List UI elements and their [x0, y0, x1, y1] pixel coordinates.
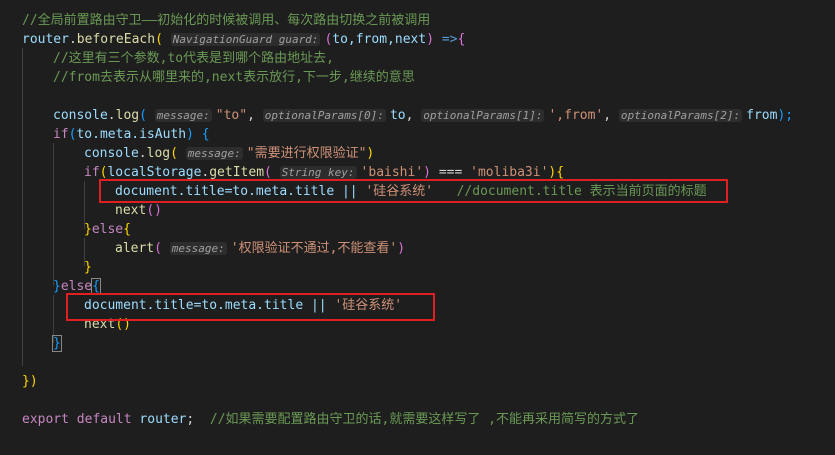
function-name: next — [115, 203, 147, 218]
code-line-4: //from去表示从哪里来的,next表示放行,下一步,继续的意思 — [53, 68, 415, 87]
code-line-12: }else{ — [84, 220, 131, 239]
bracket: } — [84, 260, 92, 275]
string-literal: 'moliba3i' — [470, 165, 549, 180]
parameter-hint: message: — [185, 147, 243, 160]
bracket: } — [52, 335, 62, 352]
annotation-box — [66, 293, 435, 321]
bracket: ) — [426, 32, 435, 47]
code-line-14: } — [84, 258, 92, 277]
code-line-18: } — [52, 334, 62, 353]
identifier: to — [389, 108, 406, 123]
bracket: { — [123, 222, 131, 237]
bracket: ) — [366, 146, 375, 161]
parameter-hint: optionalParams[0]: — [262, 109, 386, 122]
code-line-7: if(to.meta.isAuth) { — [53, 125, 210, 144]
code-line-11: next() — [115, 201, 162, 220]
bracket: { — [193, 127, 210, 142]
bracket: ( — [139, 108, 147, 123]
identifier-console: console — [53, 108, 108, 123]
keyword-else: else — [91, 222, 124, 237]
bracket: ); — [777, 108, 794, 123]
parameter-hint: String key: — [279, 166, 357, 179]
arguments: to,from,next — [332, 32, 427, 47]
bracket: () — [146, 203, 162, 218]
function-name: getItem — [209, 165, 265, 180]
string-literal: '权限验证不通过,不能查看' — [230, 241, 398, 256]
punctuation: . — [68, 32, 77, 47]
comment: //如果需要配置路由守卫的话,就需要这样写了 ,不能再采用简写的方式了 — [194, 412, 640, 427]
parameter-hint: optionalParams[2]: — [618, 109, 743, 122]
bracket: ) — [186, 127, 194, 142]
bracket: ( — [154, 241, 162, 256]
function-name: log — [146, 146, 171, 161]
bracket: ) — [397, 241, 406, 256]
identifier-localstorage: localStorage — [107, 165, 202, 180]
keyword-default: default — [68, 412, 140, 427]
comment: //全局前置路由守卫——初始化的时候被调用、每次路由切换之前被调用 — [22, 13, 431, 28]
punctuation: , — [247, 108, 255, 123]
function-name: alert — [115, 241, 155, 256]
code-line-22: export default router; //如果需要配置路由守卫的话,就需… — [22, 410, 639, 429]
code-editor[interactable]: //全局前置路由守卫——初始化的时候被调用、每次路由切换之前被调用 router… — [0, 0, 835, 455]
parameter-hint: message: — [154, 109, 212, 122]
keyword-if: if — [84, 165, 100, 180]
code-line-3: //这里有三个参数,to代表是到哪个路由地址去, — [53, 49, 334, 68]
punctuation: , — [405, 108, 414, 123]
identifier-router: router — [139, 412, 187, 427]
bracket: { — [556, 165, 565, 180]
bracket: ) — [423, 165, 431, 180]
string-literal: ',from' — [548, 108, 604, 123]
bracket: ( — [264, 165, 272, 180]
code-line-13: alert( message: '权限验证不通过,不能查看') — [115, 239, 405, 258]
punctuation: . — [107, 108, 116, 123]
code-line-20: }) — [22, 372, 38, 391]
string-literal: "需要进行权限验证" — [246, 146, 367, 161]
indent-guide — [22, 48, 23, 366]
parameter-hint: NavigationGuard guard: — [170, 33, 321, 46]
comment: //这里有三个参数,to代表是到哪个路由地址去, — [53, 51, 334, 66]
keyword-else: else — [60, 279, 93, 294]
bracket: } — [53, 279, 61, 294]
bracket: { — [91, 278, 101, 295]
keyword-if: if — [53, 127, 69, 142]
parameter-hint: message: — [169, 242, 227, 255]
punctuation: . — [138, 146, 147, 161]
identifier-console: console — [84, 146, 139, 161]
bracket: ( — [170, 146, 178, 161]
annotation-box — [99, 179, 728, 203]
operator: === — [431, 165, 471, 180]
identifier: from — [746, 108, 778, 123]
punctuation: , — [603, 108, 612, 123]
bracket: } — [84, 222, 92, 237]
function-name: beforeEach — [76, 32, 156, 47]
keyword-export: export — [22, 412, 69, 427]
code-line-6: console.log( message: "to", optionalParam… — [53, 106, 793, 125]
code-line-2: router.beforeEach( NavigationGuard guard… — [22, 30, 465, 49]
indent-guide — [53, 143, 54, 286]
expression: to.meta.isAuth — [76, 127, 187, 142]
code-line-1: //全局前置路由守卫——初始化的时候被调用、每次路由切换之前被调用 — [22, 11, 430, 30]
string-literal: "to" — [215, 108, 248, 123]
bracket: }) — [22, 374, 38, 389]
string-literal: 'baishi' — [360, 165, 424, 180]
function-name: log — [115, 108, 140, 123]
arrow-operator: => — [434, 32, 458, 47]
comment: //from去表示从哪里来的,next表示放行,下一步,继续的意思 — [53, 70, 415, 85]
bracket: { — [457, 32, 466, 47]
parameter-hint: optionalParams[1]: — [421, 109, 545, 122]
identifier-router: router — [22, 32, 69, 47]
code-line-8: console.log( message: "需要进行权限验证") — [84, 144, 374, 163]
bracket: ( — [155, 32, 163, 47]
